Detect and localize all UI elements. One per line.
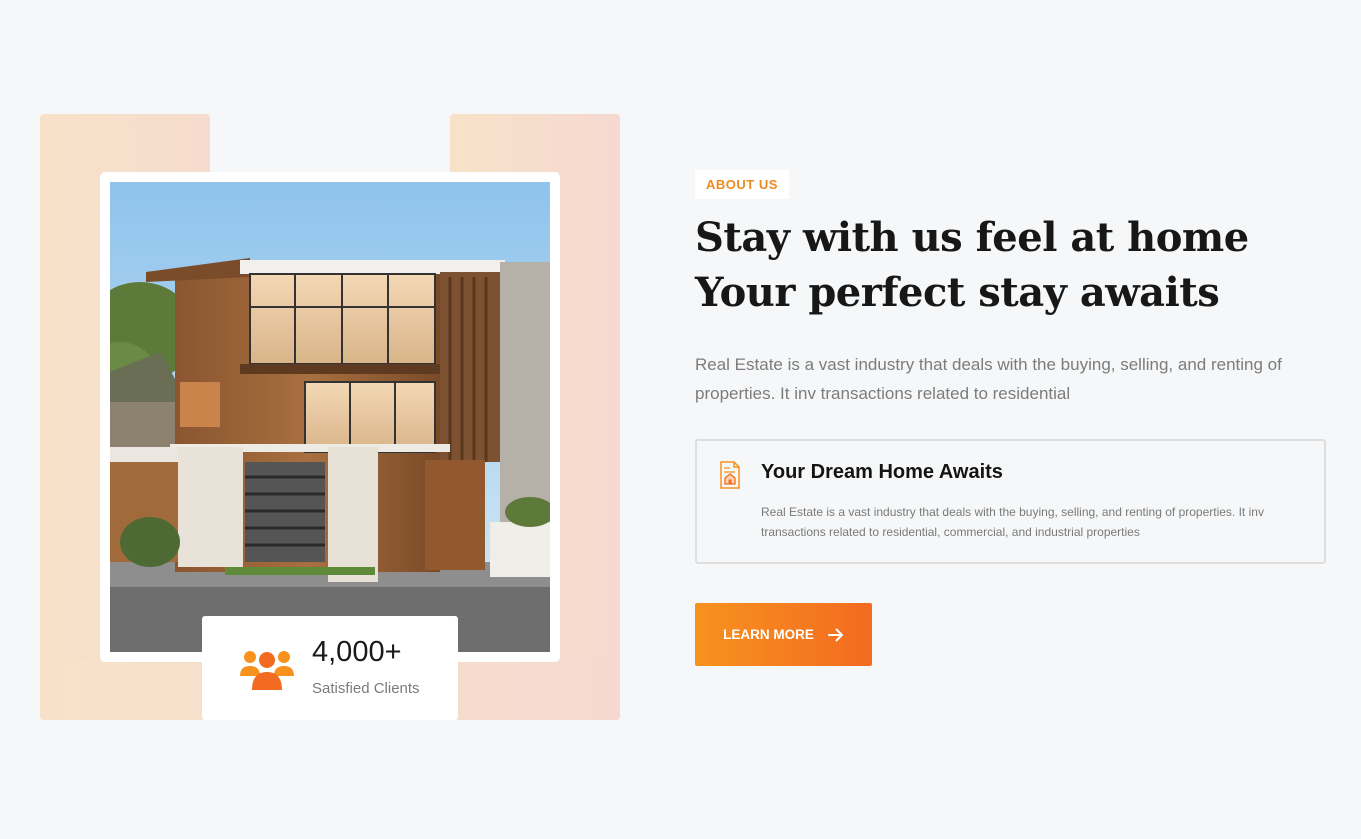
- feature-title: Your Dream Home Awaits: [761, 461, 1003, 483]
- document-house-icon: [720, 461, 740, 489]
- learn-more-button[interactable]: LEARN MORE: [695, 603, 872, 666]
- satisfied-clients-card: 4,000+ Satisfied Clients: [202, 616, 458, 720]
- clients-count: 4,000+: [312, 636, 402, 668]
- section-intro: Real Estate is a vast industry that deal…: [695, 355, 1282, 403]
- house-photo: [110, 182, 550, 652]
- feature-text: Real Estate is a vast industry that deal…: [761, 505, 1264, 539]
- clients-label: Satisfied Clients: [312, 680, 420, 697]
- arrow-right-icon: [827, 628, 843, 641]
- section-heading: Stay with us feel at home Your perfect s…: [695, 214, 1249, 316]
- learn-more-label: LEARN MORE: [723, 627, 814, 642]
- section-tag: ABOUT US: [695, 170, 789, 199]
- house-photo-frame: [100, 172, 560, 662]
- users-icon: [240, 651, 294, 690]
- feature-card: Your Dream Home Awaits Real Estate is a …: [695, 439, 1326, 564]
